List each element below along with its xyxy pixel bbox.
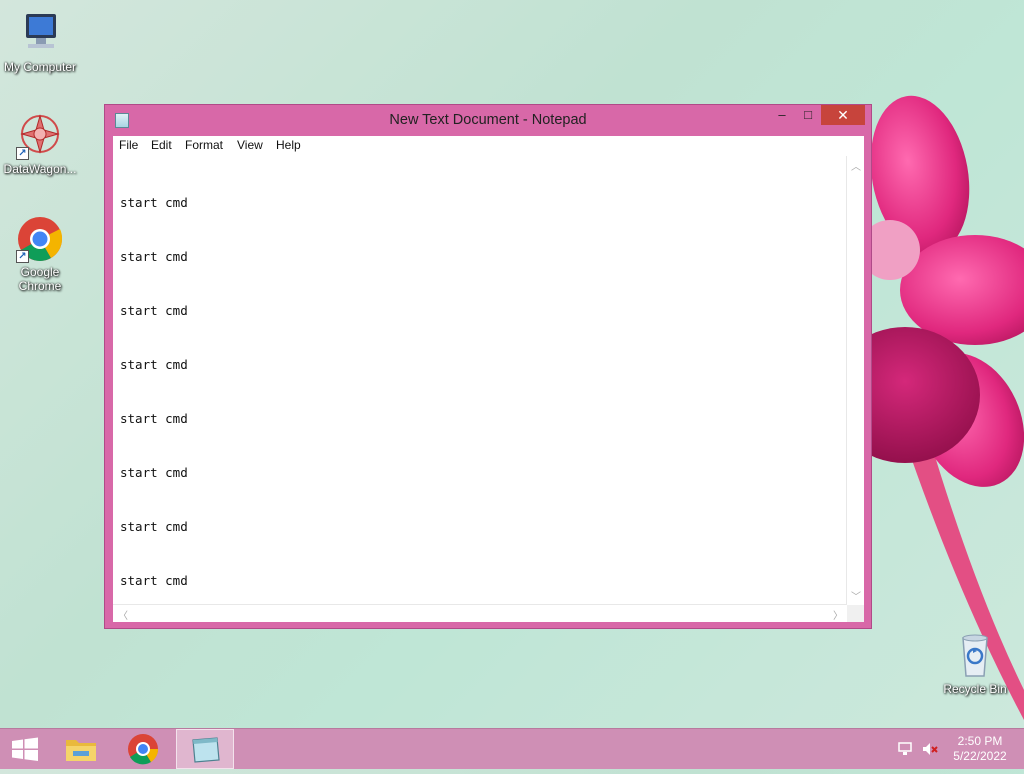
notepad-window[interactable]: New Text Document - Notepad ‒ □ ✕ File E… <box>104 104 872 629</box>
menu-format[interactable]: Format <box>185 138 223 152</box>
datawagon-icon: ↗ <box>16 112 64 160</box>
taskbar-file-explorer[interactable] <box>56 729 106 769</box>
text-line: start cmd <box>120 411 188 426</box>
windows-logo-icon <box>12 737 38 761</box>
menu-edit[interactable]: Edit <box>151 138 172 152</box>
taskbar-notepad[interactable] <box>176 729 234 769</box>
scroll-left-icon[interactable]: 〈 <box>118 607 128 622</box>
desktop-icon-label: DataWagon... <box>3 162 77 176</box>
text-line: start cmd <box>120 573 188 588</box>
menu-help[interactable]: Help <box>276 138 301 152</box>
size-grip[interactable] <box>847 605 864 622</box>
taskbar: 2:50 PM 5/22/2022 <box>0 728 1024 769</box>
minimize-button[interactable]: ‒ <box>769 105 795 125</box>
shortcut-arrow-icon: ↗ <box>16 250 29 263</box>
text-line: start cmd <box>120 357 188 372</box>
desktop-icon-label: My Computer <box>3 60 77 74</box>
volume-muted-icon[interactable] <box>921 741 939 760</box>
clock-date: 5/22/2022 <box>953 749 1007 763</box>
maximize-button[interactable]: □ <box>795 105 821 125</box>
notepad-icon <box>192 737 220 763</box>
desktop-icon-label: Google Chrome <box>18 265 62 293</box>
desktop-icon-my-computer[interactable]: My Computer <box>0 10 80 74</box>
text-editor[interactable]: start cmd start cmd start cmd start cmd … <box>113 156 864 622</box>
text-line: start cmd <box>120 303 188 318</box>
folder-icon <box>66 740 96 761</box>
scroll-up-icon[interactable]: ︿ <box>851 158 861 173</box>
menu-bar: File Edit Format View Help <box>113 136 864 156</box>
close-button[interactable]: ✕ <box>821 105 865 125</box>
menu-view[interactable]: View <box>237 138 263 152</box>
scroll-right-icon[interactable]: 〉 <box>833 607 843 622</box>
text-line: start cmd <box>120 465 188 480</box>
desktop-icon-datawagon[interactable]: ↗ DataWagon... <box>0 112 80 176</box>
text-line: start cmd <box>120 249 188 264</box>
horizontal-scrollbar[interactable]: 〈 〉 <box>113 604 847 622</box>
clock-time: 2:50 PM <box>957 734 1003 748</box>
network-icon[interactable] <box>897 741 913 760</box>
desktop-icon-google-chrome[interactable]: ↗ Google Chrome <box>0 215 80 293</box>
text-content[interactable]: start cmd start cmd start cmd start cmd … <box>120 158 840 598</box>
desktop-icon-recycle-bin[interactable]: Recycle Bin <box>935 632 1015 696</box>
system-clock[interactable]: 2:50 PM 5/22/2022 <box>945 734 1015 764</box>
text-line: start cmd <box>120 195 188 210</box>
taskbar-google-chrome[interactable] <box>118 729 168 769</box>
computer-icon <box>16 10 64 58</box>
shortcut-arrow-icon: ↗ <box>16 147 29 160</box>
text-line: start cmd <box>120 519 188 534</box>
recycle-bin-icon <box>951 632 999 680</box>
window-title: New Text Document - Notepad <box>389 112 587 128</box>
title-bar[interactable]: New Text Document - Notepad ‒ □ ✕ <box>105 105 871 135</box>
menu-file[interactable]: File <box>119 138 138 152</box>
start-button[interactable] <box>0 729 50 769</box>
chrome-icon: ↗ <box>16 215 64 263</box>
chrome-icon <box>128 734 159 765</box>
vertical-scrollbar[interactable]: ︿ ﹀ <box>846 156 864 605</box>
scroll-down-icon[interactable]: ﹀ <box>851 588 861 603</box>
desktop-icon-label: Recycle Bin <box>943 682 1007 696</box>
